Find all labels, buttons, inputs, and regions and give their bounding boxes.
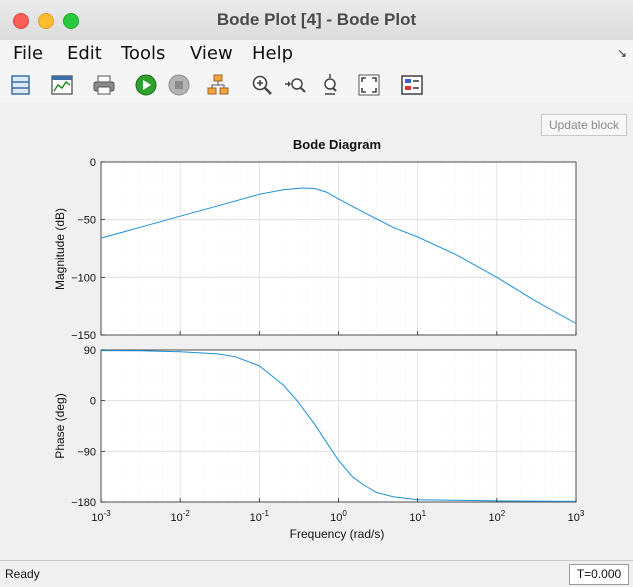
- magnitude-y-label: Magnitude (dB): [53, 208, 67, 290]
- menu-help[interactable]: Help: [252, 43, 293, 64]
- phase-axes: 90 0 −90 −180 Phase (deg): [53, 345, 577, 509]
- magnitude-y-ticks: 0 −50 −100 −150: [71, 157, 105, 342]
- y-tick-label: −180: [71, 497, 96, 509]
- x-tick-label: 102: [488, 509, 505, 524]
- y-tick-label: 0: [90, 396, 96, 408]
- stop-icon[interactable]: [167, 73, 191, 97]
- title-bar: Bode Plot [4] - Bode Plot: [0, 0, 633, 41]
- window-title: Bode Plot [4] - Bode Plot: [216, 10, 417, 29]
- blocks-icon[interactable]: [206, 73, 230, 97]
- zoom-x-icon[interactable]: [284, 73, 308, 97]
- menu-edit[interactable]: Edit: [67, 43, 102, 64]
- x-axis-label: Frequency (rad/s): [290, 527, 385, 541]
- y-tick-label: −50: [77, 215, 96, 227]
- menu-bar: File Edit Tools View Help ↘: [0, 40, 633, 68]
- print-icon[interactable]: [92, 73, 116, 97]
- menu-file[interactable]: File: [13, 43, 43, 64]
- menu-view[interactable]: View: [190, 43, 233, 64]
- menu-tools[interactable]: Tools: [121, 43, 165, 64]
- run-icon[interactable]: [134, 73, 158, 97]
- fit-view-icon[interactable]: [357, 73, 381, 97]
- bode-plot-svg: Bode Diagram 0 −50 −100 −150 Magnitude (dB)…: [53, 137, 585, 541]
- magnitude-axes: 0 −50 −100 −150 Magnitude (dB): [53, 157, 577, 342]
- menu-overflow-icon[interactable]: ↘: [617, 46, 627, 60]
- phase-y-ticks: 90 0 −90 −180: [71, 345, 105, 509]
- simulation-time: T=0.000: [569, 564, 629, 585]
- phase-y-label: Phase (deg): [53, 393, 67, 458]
- plot-area: Update block Bode Diagram 0 −50 −100 −150 M…: [0, 102, 633, 558]
- legend-icon[interactable]: [400, 73, 424, 97]
- layout-icon[interactable]: [9, 73, 33, 97]
- y-tick-label: 90: [84, 345, 96, 357]
- bode-plot-window: Bode Plot [4] - Bode Plot File Edit Tool…: [0, 0, 633, 587]
- figure-icon[interactable]: [50, 73, 74, 97]
- status-text: Ready: [5, 567, 40, 581]
- x-tick-label: 103: [568, 509, 585, 524]
- y-tick-label: −150: [71, 330, 96, 342]
- x-tick-label: 10-3: [91, 509, 111, 524]
- y-tick-label: 0: [90, 157, 96, 169]
- status-bar: Ready T=0.000: [0, 560, 633, 587]
- zoom-in-icon[interactable]: [250, 73, 274, 97]
- x-tick-label: 101: [409, 509, 426, 524]
- x-tick-label: 10-2: [170, 509, 190, 524]
- chart-title: Bode Diagram: [293, 137, 381, 152]
- x-tick-label: 10-1: [250, 509, 270, 524]
- toolbar: [0, 68, 633, 103]
- zoom-y-icon[interactable]: [318, 73, 342, 97]
- x-tick-label: 100: [330, 509, 347, 524]
- y-tick-label: −90: [77, 446, 96, 458]
- y-tick-label: −100: [71, 272, 96, 284]
